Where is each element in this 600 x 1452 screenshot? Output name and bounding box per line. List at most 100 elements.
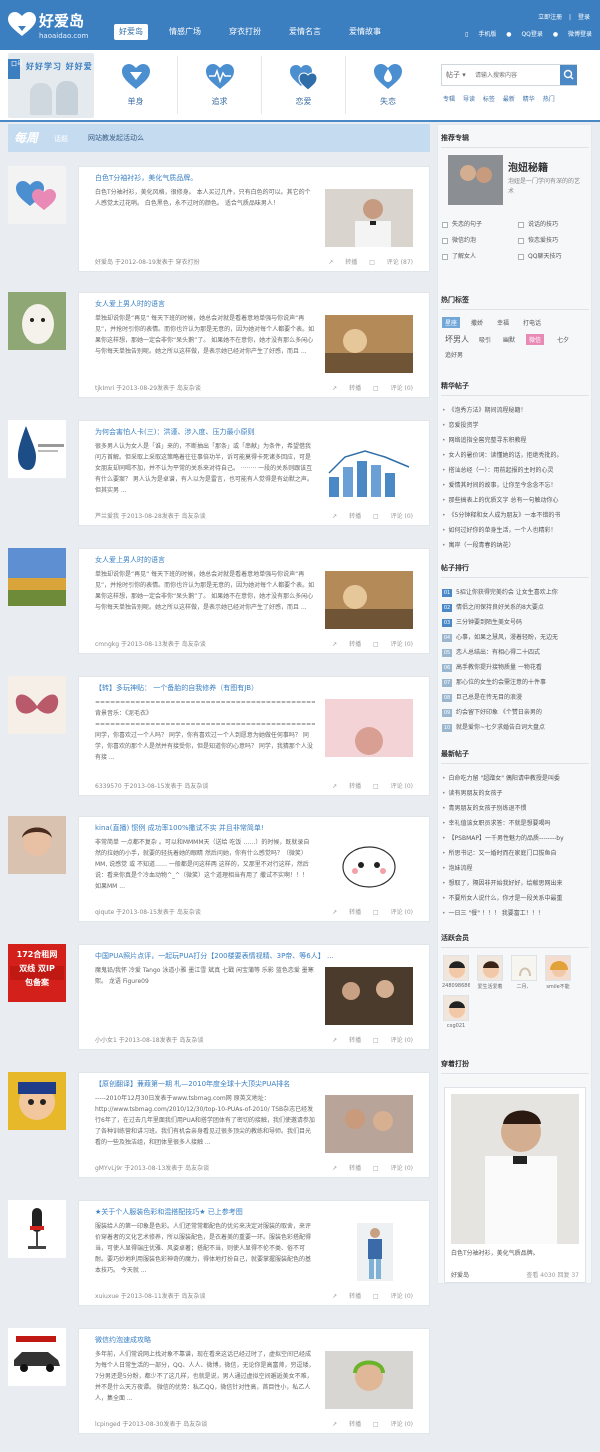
- digest-link[interactable]: 搭讪总经（一）：用前起报的主时的心灵: [442, 465, 590, 474]
- post-avatar[interactable]: [8, 1328, 66, 1386]
- post-thumbnail[interactable]: [325, 189, 413, 247]
- album-check-item[interactable]: 了解女人: [442, 251, 476, 260]
- hotword-link[interactable]: 热门: [543, 96, 555, 103]
- category-love[interactable]: 恋爱: [262, 56, 346, 114]
- register-link[interactable]: 立即注册: [538, 14, 562, 21]
- post-title[interactable]: 为何会害怕人卡(三)：洪谨、涉入度、压力最小原则: [95, 427, 415, 437]
- comment-button[interactable]: □ 评论 (0): [373, 641, 413, 648]
- tag-link[interactable]: 星座: [442, 317, 461, 328]
- comment-button[interactable]: □ 评论 (0): [373, 1421, 413, 1428]
- comment-button[interactable]: □ 评论 (0): [373, 909, 413, 916]
- share-button[interactable]: ↗ 转播: [332, 1037, 361, 1044]
- share-button[interactable]: ↗ 转播: [332, 1293, 361, 1300]
- recommend-name[interactable]: 泡妞秘籍: [508, 159, 548, 174]
- tag-link[interactable]: 幽默: [500, 334, 518, 345]
- ranking-item[interactable]: 07 那心位的女生约会需注意的十件事: [442, 677, 590, 687]
- post-title[interactable]: 微信约泡速成攻略: [95, 1335, 415, 1345]
- category-single[interactable]: 单身: [94, 56, 178, 114]
- digest-link[interactable]: 《泡秀方法》期间流程秘籍！: [442, 405, 590, 414]
- category-pursue[interactable]: 追求: [178, 56, 262, 114]
- post-avatar[interactable]: [8, 1200, 66, 1258]
- recommend-image[interactable]: [448, 155, 503, 205]
- album-check-item[interactable]: 失恋的句子: [442, 219, 482, 228]
- tag-link[interactable]: 打电话: [520, 317, 544, 328]
- post-avatar[interactable]: [8, 292, 66, 350]
- latest-link[interactable]: 一日三 "餐" ！！！ 我要富工！！！: [442, 908, 590, 917]
- comment-button[interactable]: □ 评论 (0): [373, 513, 413, 520]
- digest-link[interactable]: 女人的暑价词：读懂她的话，拒绝秃批的。: [442, 450, 590, 459]
- login-link[interactable]: 登录: [578, 14, 590, 21]
- hotword-link[interactable]: 标签: [483, 96, 495, 103]
- post-title[interactable]: 【转】多玩神贴： 一个备胎的自我修养（有图有JB）: [95, 683, 415, 693]
- member-item[interactable]: smile不能: [544, 955, 572, 990]
- mobile-link[interactable]: ▯ 手机版: [465, 31, 496, 38]
- share-button[interactable]: ↗ 转播: [332, 385, 361, 392]
- post-title[interactable]: 【原创翻译】蒹葭第一期 札—2010年度全球十大顶尖PUA排名: [95, 1079, 415, 1089]
- member-item[interactable]: 二月、: [510, 955, 538, 990]
- digest-link[interactable]: 如何过好你的单身生活，一个人也精彩！: [442, 525, 590, 534]
- digest-link[interactable]: 那些搞表上的优质文字 总有一句触动你心: [442, 495, 590, 504]
- comment-button[interactable]: □ 评论 (0): [373, 1037, 413, 1044]
- ranking-item[interactable]: 02 情侣之间保持良好关系的8大要点: [442, 602, 590, 612]
- post-avatar[interactable]: [8, 1072, 66, 1130]
- digest-link[interactable]: 《5分钟释和女人成为朋友》一本不错的书: [442, 510, 590, 519]
- latest-link[interactable]: 青男朋友的女孩子别练退不惯: [442, 803, 590, 812]
- share-button[interactable]: ↗ 转播: [332, 909, 361, 916]
- post-thumbnail[interactable]: [325, 571, 413, 629]
- post-thumbnail[interactable]: [325, 315, 413, 373]
- hotword-link[interactable]: 最新: [503, 96, 515, 103]
- tag-link[interactable]: 撒娇: [468, 317, 486, 328]
- tag-link[interactable]: 坏男人: [442, 333, 472, 346]
- nav-item-emotion-square[interactable]: 情感广场: [164, 24, 206, 40]
- album-check-item[interactable]: QQ聊天技巧: [518, 251, 561, 260]
- tag-link[interactable]: 七夕: [554, 334, 572, 345]
- tag-link[interactable]: 微信: [526, 334, 545, 345]
- ranking-item[interactable]: 01 5招让你获得完美约会 让女生喜欢上你: [442, 587, 590, 597]
- style-card[interactable]: 白色T分袖衬衫，美化气质品牌。 好爱岛 查看 4030 回复 37: [444, 1087, 586, 1283]
- latest-link[interactable]: 【PSBMAP】一千男性魅力的品质--------by: [442, 833, 590, 842]
- member-item[interactable]: 爱生活爱着: [476, 955, 504, 990]
- search-button[interactable]: [560, 65, 577, 85]
- album-check-item[interactable]: 恢恋爱技巧: [518, 235, 558, 244]
- site-logo[interactable]: 好爱岛 haoaidao.com: [8, 8, 98, 44]
- album-check-item[interactable]: 说话的技巧: [518, 219, 558, 228]
- nav-item-stories[interactable]: 爱情故事: [344, 24, 386, 40]
- post-title[interactable]: kina(直播) 惯例 成功率100%撒试不实 并且非常简单!: [95, 823, 415, 833]
- ranking-item[interactable]: 03 三分钟要到陌生美女号码: [442, 617, 590, 627]
- share-button[interactable]: ↗ 转播: [332, 513, 361, 520]
- ranking-item[interactable]: 04 心事，如果之慧风，漫着轻盼，无边无: [442, 632, 590, 642]
- category-heartbreak[interactable]: 失恋: [346, 56, 430, 114]
- member-item[interactable]: 2480986862: [442, 955, 470, 989]
- post-title[interactable]: 女人爱上男人时的语言: [95, 299, 415, 309]
- post-title[interactable]: 女人爱上男人时的语言: [95, 555, 415, 565]
- search-type-select[interactable]: 帖子 ▾: [446, 70, 466, 80]
- hotword-link[interactable]: 精华: [523, 96, 535, 103]
- comment-button[interactable]: □ 评论 (87): [369, 259, 413, 266]
- qq-login-link[interactable]: ● QQ登录: [506, 31, 543, 38]
- latest-link[interactable]: 白命吃力留 "超蹭女" 偶阳请申教授是叫委: [442, 773, 590, 782]
- search-input[interactable]: [475, 68, 557, 82]
- post-thumbnail[interactable]: [325, 839, 413, 897]
- comment-button[interactable]: □ 评论 (0): [373, 783, 413, 790]
- tag-link[interactable]: 吸引: [476, 334, 494, 345]
- ranking-item[interactable]: 09 约会留下好印象 《个赞日亲男的: [442, 707, 590, 717]
- post-avatar[interactable]: [8, 676, 66, 734]
- post-avatar[interactable]: [8, 816, 66, 874]
- ranking-item[interactable]: 10 就是爱你~七夕求婚告白词大盘点: [442, 722, 590, 732]
- post-thumbnail[interactable]: [325, 1351, 413, 1409]
- post-thumbnail[interactable]: [325, 1095, 413, 1153]
- digest-link[interactable]: 爱情其时间的故事，让你至今念念不忘！: [442, 480, 590, 489]
- post-title[interactable]: 白色T分袖衬衫，美化气质品牌。: [95, 173, 415, 183]
- post-avatar[interactable]: [8, 420, 66, 478]
- post-title[interactable]: 中国PUA照片点评，一起玩PUA打分【200楼要表情视精、3P帝、等6人】 ..…: [95, 951, 415, 961]
- share-button[interactable]: ↗ 转播: [332, 1165, 361, 1172]
- digest-link[interactable]: 网络追指全窖完整寻东积教程: [442, 435, 590, 444]
- weibo-login-link[interactable]: ● 微博登录: [553, 31, 592, 38]
- ranking-item[interactable]: 06 高手教你提升接物质量 一物花看: [442, 662, 590, 672]
- tag-link[interactable]: 追好男: [442, 349, 466, 360]
- post-avatar[interactable]: [8, 548, 66, 606]
- share-button[interactable]: ↗ 转播: [332, 783, 361, 790]
- share-button[interactable]: ↗ 转播: [332, 641, 361, 648]
- digest-link[interactable]: 寓岸（一段青春的纳花）: [442, 540, 590, 549]
- ranking-item[interactable]: 08 巨己总是在传无目的浪漫: [442, 692, 590, 702]
